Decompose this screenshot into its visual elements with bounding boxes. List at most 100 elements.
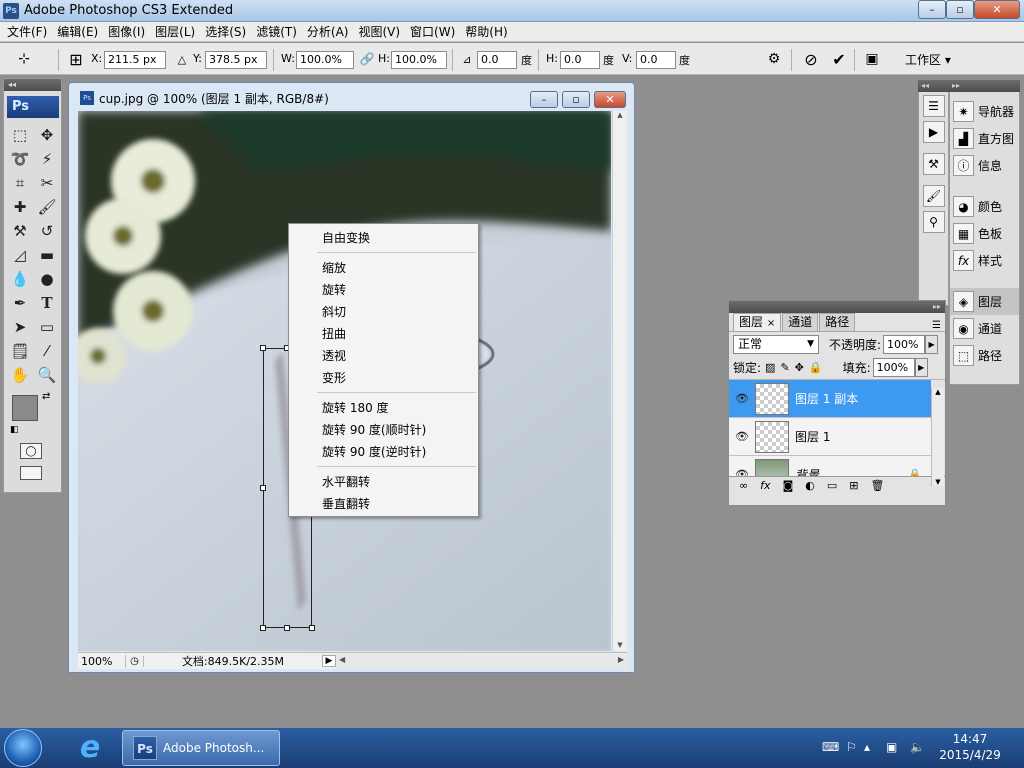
visibility-eye-icon[interactable]: 👁 — [729, 392, 755, 405]
layers-scrollbar[interactable]: ▲ ▼ — [931, 388, 944, 486]
menu-item-warp[interactable]: 变形 — [289, 367, 478, 389]
angle-field[interactable]: 0.0 — [477, 51, 517, 69]
layer-row[interactable]: 👁 背景 🔒 — [729, 456, 931, 476]
menu-edit[interactable]: 编辑(E) — [52, 22, 103, 42]
menu-layer[interactable]: 图层(L) — [150, 22, 200, 42]
adjustment-layer-icon[interactable]: ◐ — [805, 479, 815, 492]
panel-histogram[interactable]: ▟ 直方图 — [950, 125, 1019, 152]
menu-file[interactable]: 文件(F) — [2, 22, 52, 42]
system-clock[interactable]: 14:47 2015/4/29 — [930, 731, 1010, 763]
eraser-tool-icon[interactable]: ◿ — [8, 244, 32, 265]
bridge-icon[interactable]: ▣ — [862, 49, 882, 69]
actions-icon[interactable]: ▶ — [922, 121, 945, 143]
panel-navigator[interactable]: ✷ 导航器 — [950, 98, 1019, 125]
brushes-icon[interactable]: 🖌 — [922, 185, 945, 207]
menu-item-flip-vertical[interactable]: 垂直翻转 — [289, 493, 478, 515]
lasso-tool-icon[interactable]: ➰ — [8, 148, 32, 169]
menu-select[interactable]: 选择(S) — [200, 22, 251, 42]
panel-styles[interactable]: fx 样式 — [950, 247, 1019, 274]
panel-menu-icon[interactable]: ☰ — [856, 320, 945, 331]
history-brush-icon[interactable]: ↺ — [35, 220, 59, 241]
tab-channels[interactable]: 通道 — [782, 313, 819, 331]
delete-layer-icon[interactable]: 🗑 — [870, 479, 884, 492]
lock-all-icon[interactable]: 🔒 — [809, 361, 823, 374]
horizontal-scrollbar[interactable]: ◀ ▶ — [336, 653, 627, 669]
swap-colors-icon[interactable]: ⇄ — [42, 391, 50, 402]
y-field[interactable]: 378.5 px — [205, 51, 267, 69]
tool-presets-icon[interactable]: ⚒ — [922, 153, 945, 175]
slice-tool-icon[interactable]: ✂ — [35, 172, 59, 193]
zoom-level[interactable]: 100% — [78, 654, 126, 668]
visibility-eye-icon[interactable]: 👁 — [729, 468, 755, 476]
link-layers-icon[interactable]: ∞ — [739, 479, 748, 492]
magic-wand-tool-icon[interactable]: ⚡ — [35, 148, 59, 169]
transform-handle[interactable] — [260, 345, 266, 351]
volume-icon[interactable]: 🔈 — [910, 740, 925, 754]
vskew-field[interactable]: 0.0 — [636, 51, 676, 69]
transform-handle[interactable] — [260, 485, 266, 491]
link-icon[interactable]: 🔗 — [357, 49, 377, 69]
healing-brush-icon[interactable]: ✚ — [8, 196, 32, 217]
layer-row[interactable]: 👁 图层 1 副本 — [729, 380, 931, 418]
layer-row[interactable]: 👁 图层 1 — [729, 418, 931, 456]
height-field[interactable]: 100.0% — [391, 51, 447, 69]
tab-paths[interactable]: 路径 — [819, 313, 856, 331]
new-layer-icon[interactable]: ⊞ — [849, 479, 858, 492]
layer-style-icon[interactable]: fx — [760, 479, 770, 492]
layers-panel-header[interactable]: ▸▸ — [729, 301, 945, 313]
clone-stamp-icon[interactable]: ⚒ — [8, 220, 32, 241]
foreground-color-swatch[interactable] — [12, 395, 38, 421]
menu-help[interactable]: 帮助(H) — [460, 22, 512, 42]
menu-window[interactable]: 窗口(W) — [405, 22, 460, 42]
path-selection-icon[interactable]: ➤ — [8, 316, 32, 337]
transform-handle[interactable] — [260, 625, 266, 631]
cancel-transform-icon[interactable]: ⊘ — [801, 49, 821, 69]
reference-point-icon[interactable]: ⊞ — [66, 49, 86, 69]
menu-item-rotate-90-ccw[interactable]: 旋转 90 度(逆时针) — [289, 441, 478, 463]
lock-pixels-icon[interactable]: ✎ — [780, 361, 789, 374]
menu-item-flip-horizontal[interactable]: 水平翻转 — [289, 471, 478, 493]
taskbar-photoshop-button[interactable]: Ps Adobe Photosh... — [122, 730, 280, 766]
tab-layers[interactable]: 图层 × — [733, 313, 782, 331]
doc-minimize-button[interactable]: – — [530, 91, 558, 108]
panel-info[interactable]: ⓘ 信息 — [950, 152, 1019, 179]
width-field[interactable]: 100.0% — [296, 51, 354, 69]
crop-tool-icon[interactable]: ⌗ — [8, 172, 32, 193]
move-tool-preset-icon[interactable]: ⊹ — [14, 49, 34, 69]
visibility-eye-icon[interactable]: 👁 — [729, 430, 755, 443]
opacity-field[interactable]: 100% — [883, 334, 926, 354]
warp-mode-icon[interactable]: ⚙ — [764, 49, 784, 69]
move-tool-icon[interactable]: ✥ — [35, 124, 59, 145]
menu-item-rotate-180[interactable]: 旋转 180 度 — [289, 397, 478, 419]
opacity-arrow-icon[interactable]: ▶ — [925, 334, 939, 354]
start-button[interactable] — [4, 729, 42, 767]
clone-source-icon[interactable]: ⚲ — [922, 211, 945, 233]
dodge-tool-icon[interactable]: ● — [35, 268, 59, 289]
pen-tool-icon[interactable]: ✒ — [8, 292, 32, 313]
doc-close-button[interactable]: ✕ — [594, 91, 626, 108]
network-icon[interactable]: ▣ — [886, 740, 897, 754]
panel-layers[interactable]: ◈ 图层 — [950, 288, 1019, 315]
workspace-menu[interactable]: 工作区 ▾ — [905, 51, 951, 68]
type-tool-icon[interactable]: T — [35, 292, 59, 313]
brush-tool-icon[interactable]: 🖌 — [35, 196, 59, 217]
doc-maximize-button[interactable]: ▫ — [562, 91, 590, 108]
quick-mask-icon[interactable]: ◯ — [20, 443, 42, 459]
close-tab-icon[interactable]: × — [767, 318, 775, 329]
lock-transparent-icon[interactable]: ▨ — [765, 361, 775, 374]
menu-item-free-transform[interactable]: 自由变换 — [289, 227, 478, 249]
history-icon[interactable]: ☰ — [922, 95, 945, 117]
notes-tool-icon[interactable]: 🗒 — [8, 340, 32, 361]
panel-color[interactable]: ◕ 颜色 — [950, 193, 1019, 220]
panel-paths[interactable]: ⬚ 路径 — [950, 342, 1019, 369]
x-field[interactable]: 211.5 px — [104, 51, 166, 69]
panel-collapse-handle[interactable]: ◂◂ — [4, 79, 61, 91]
new-group-icon[interactable]: ▭ — [827, 479, 837, 492]
keyboard-icon[interactable]: ⌨ — [822, 740, 839, 754]
menu-analysis[interactable]: 分析(A) — [302, 22, 354, 42]
show-hidden-icons[interactable]: ▴ — [864, 740, 870, 754]
panel-channels[interactable]: ◉ 通道 — [950, 315, 1019, 342]
internet-explorer-icon[interactable]: e — [74, 732, 106, 764]
menu-item-scale[interactable]: 缩放 — [289, 257, 478, 279]
panel-collapse-handle[interactable]: ◂◂ — [918, 80, 949, 92]
